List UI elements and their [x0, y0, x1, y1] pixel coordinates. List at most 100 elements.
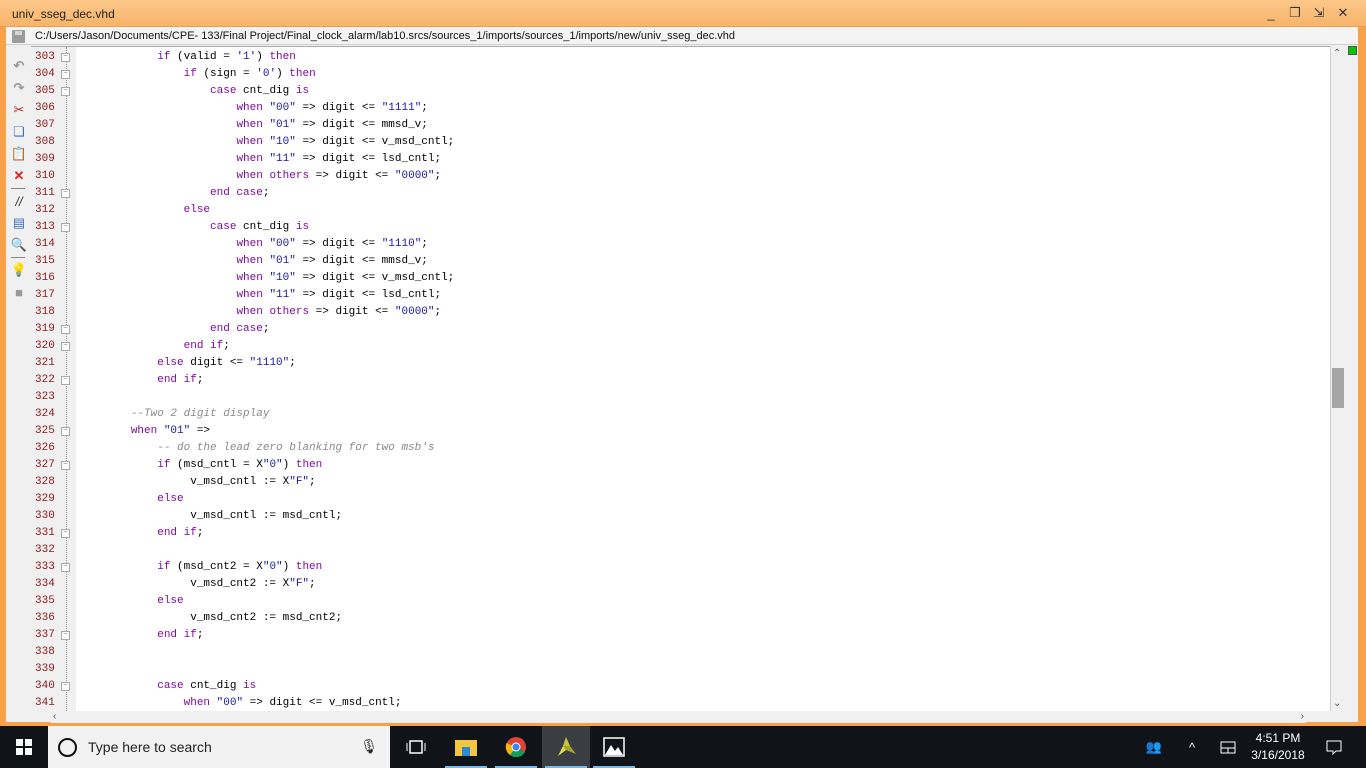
people-button[interactable]: 👥 — [1140, 726, 1168, 768]
find-icon[interactable]: 🔍 — [11, 237, 27, 253]
code-line[interactable]: 337− end if; — [31, 627, 1344, 644]
code-line[interactable]: 317 when "11" => digit <= lsd_cntl; — [31, 287, 1344, 304]
close-button[interactable]: ✕ — [1334, 4, 1352, 22]
fold-collapse-icon[interactable]: − — [61, 87, 70, 96]
code-line[interactable]: 312 else — [31, 202, 1344, 219]
code-line[interactable]: 305− case cnt_dig is — [31, 83, 1344, 100]
code-line[interactable]: 339 — [31, 661, 1344, 678]
vertical-scroll-thumb[interactable] — [1332, 368, 1344, 409]
vivado-button[interactable] — [542, 726, 590, 768]
vertical-scrollbar[interactable]: ⌃ ⌄ — [1330, 46, 1344, 711]
code-line[interactable]: 341 when "00" => digit <= v_msd_cntl; — [31, 695, 1344, 711]
code-line[interactable]: 326 -- do the lead zero blanking for two… — [31, 440, 1344, 457]
float-button[interactable]: ⇲ — [1310, 4, 1328, 22]
cut-icon[interactable]: ✂ — [11, 102, 27, 118]
code-line[interactable]: 308 when "10" => digit <= v_msd_cntl; — [31, 134, 1344, 151]
code-line[interactable]: 333− if (msd_cnt2 = X"0") then — [31, 559, 1344, 576]
chrome-button[interactable] — [492, 726, 540, 768]
code-line[interactable]: 318 when others => digit <= "0000"; — [31, 304, 1344, 321]
save-icon[interactable] — [12, 30, 25, 43]
stamp-icon[interactable]: ■ — [11, 284, 27, 300]
code-line[interactable]: 307 when "01" => digit <= mmsd_v; — [31, 117, 1344, 134]
paste-icon[interactable]: 📋 — [11, 146, 27, 162]
code-line[interactable]: 322− end if; — [31, 372, 1344, 389]
scroll-left-icon[interactable]: ‹ — [53, 711, 56, 722]
code-line[interactable]: 327− if (msd_cntl = X"0") then — [31, 457, 1344, 474]
code-line[interactable]: 325− when "01" => — [31, 423, 1344, 440]
network-button[interactable] — [1214, 726, 1242, 768]
comment-icon[interactable]: // — [11, 193, 27, 209]
fold-collapse-icon[interactable]: − — [61, 223, 70, 232]
code-line[interactable]: 309 when "11" => digit <= lsd_cntl; — [31, 151, 1344, 168]
code-line[interactable]: 334 v_msd_cnt2 := X"F"; — [31, 576, 1344, 593]
select-all-icon[interactable]: ▤ — [11, 215, 27, 231]
scroll-down-icon[interactable]: ⌄ — [1333, 698, 1341, 709]
code-line[interactable]: 310 when others => digit <= "0000"; — [31, 168, 1344, 185]
toolbar-separator — [11, 188, 25, 189]
fold-end-icon[interactable]: − — [61, 529, 70, 538]
show-hidden-icons-button[interactable]: ^ — [1180, 726, 1204, 768]
system-clock[interactable]: 4:51 PM 3/16/2018 — [1248, 730, 1308, 764]
code-line[interactable]: 324 --Two 2 digit display — [31, 406, 1344, 423]
fold-end-icon[interactable]: − — [61, 376, 70, 385]
code-text: end case; — [210, 187, 270, 199]
photos-button[interactable] — [590, 726, 638, 768]
fold-end-icon[interactable]: − — [61, 189, 70, 198]
code-line[interactable]: 311− end case; — [31, 185, 1344, 202]
microphone-icon[interactable]: 🎙 — [360, 738, 378, 755]
code-line[interactable]: 314 when "00" => digit <= "1110"; — [31, 236, 1344, 253]
code-line[interactable]: 340− case cnt_dig is — [31, 678, 1344, 695]
line-number: 318 — [35, 306, 55, 318]
fold-collapse-icon[interactable]: − — [61, 70, 70, 79]
hint-icon[interactable]: 💡 — [11, 262, 27, 278]
code-line[interactable]: 330 v_msd_cntl := msd_cntl; — [31, 508, 1344, 525]
code-line[interactable]: 313− case cnt_dig is — [31, 219, 1344, 236]
code-line[interactable]: 321 else digit <= "1110"; — [31, 355, 1344, 372]
code-line[interactable]: 316 when "10" => digit <= v_msd_cntl; — [31, 270, 1344, 287]
code-line[interactable]: 320− end if; — [31, 338, 1344, 355]
scroll-up-icon[interactable]: ⌃ — [1333, 48, 1341, 59]
title-bar[interactable]: univ_sseg_dec.vhd _ ❐ ⇲ ✕ — [0, 0, 1366, 27]
fold-collapse-icon[interactable]: − — [61, 427, 70, 436]
scroll-right-icon[interactable]: › — [1301, 711, 1304, 722]
start-button[interactable] — [0, 726, 48, 768]
code-line[interactable]: 335 else — [31, 593, 1344, 610]
code-text: else — [183, 204, 211, 216]
delete-icon[interactable]: ✕ — [11, 168, 27, 184]
code-line[interactable]: 332 — [31, 542, 1344, 559]
fold-collapse-icon[interactable]: − — [61, 563, 70, 572]
code-line[interactable]: 338 — [31, 644, 1344, 661]
code-line[interactable]: 319− end case; — [31, 321, 1344, 338]
horizontal-scrollbar[interactable]: ‹ › — [51, 711, 1306, 723]
taskbar-search[interactable]: Type here to search 🎙 — [48, 726, 390, 768]
line-number: 332 — [35, 544, 55, 556]
redo-icon[interactable]: ↷ — [11, 80, 27, 96]
file-path: C:/Users/Jason/Documents/CPE- 133/Final … — [35, 30, 736, 42]
code-line[interactable]: 328 v_msd_cntl := X"F"; — [31, 474, 1344, 491]
code-line[interactable]: 336 v_msd_cnt2 := msd_cnt2; — [31, 610, 1344, 627]
code-line[interactable]: 315 when "01" => digit <= mmsd_v; — [31, 253, 1344, 270]
fold-end-icon[interactable]: − — [61, 325, 70, 334]
cortana-icon — [58, 738, 77, 757]
code-line[interactable]: 304− if (sign = '0') then — [31, 66, 1344, 83]
fold-collapse-icon[interactable]: − — [61, 461, 70, 470]
code-line[interactable]: 329 else — [31, 491, 1344, 508]
fold-collapse-icon[interactable]: − — [61, 682, 70, 691]
code-area[interactable]: 303− if (valid = '1') then 304− if (sign … — [31, 49, 1344, 711]
code-line[interactable]: 306 when "00" => digit <= "1111"; — [31, 100, 1344, 117]
minimize-button[interactable]: _ — [1262, 4, 1280, 22]
file-explorer-button[interactable] — [442, 726, 490, 768]
code-text: --Two 2 digit display — [130, 408, 270, 420]
task-view-button[interactable] — [392, 726, 440, 768]
code-line[interactable]: 331− end if; — [31, 525, 1344, 542]
undo-icon[interactable]: ↶ — [11, 58, 27, 74]
code-editor[interactable]: 303− if (valid = '1') then 304− if (sign … — [31, 46, 1344, 711]
fold-collapse-icon[interactable]: − — [61, 53, 70, 62]
restore-button[interactable]: ❐ — [1286, 4, 1304, 22]
code-line[interactable]: 303− if (valid = '1') then — [31, 49, 1344, 66]
code-line[interactable]: 323 — [31, 389, 1344, 406]
action-center-button[interactable] — [1320, 726, 1348, 768]
fold-end-icon[interactable]: − — [61, 342, 70, 351]
fold-end-icon[interactable]: − — [61, 631, 70, 640]
copy-icon[interactable]: ❏ — [11, 124, 27, 140]
